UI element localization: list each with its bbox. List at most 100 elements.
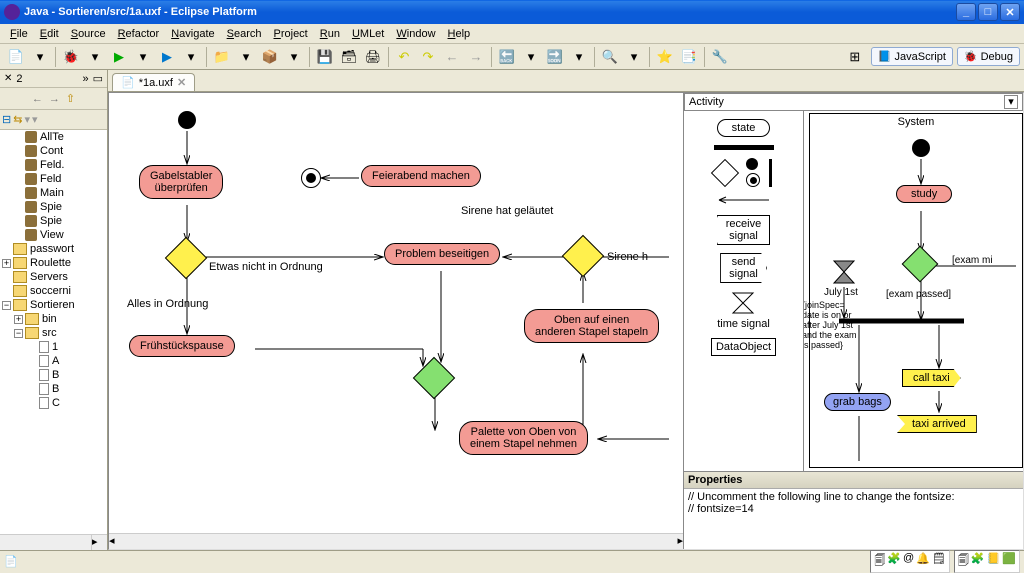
tree-item[interactable]: passwort: [0, 242, 107, 256]
decision-yellow[interactable]: [562, 235, 604, 277]
menu-help[interactable]: Help: [442, 26, 477, 42]
maximize-button[interactable]: □: [978, 3, 998, 21]
debug-button[interactable]: 🐞: [60, 46, 82, 68]
menu-refactor[interactable]: Refactor: [112, 26, 166, 42]
activity-gabelstabler[interactable]: Gabelstabler überprüfen: [139, 165, 223, 199]
palette-sample[interactable]: System: [804, 111, 1023, 471]
shape-send[interactable]: send signal: [720, 253, 767, 283]
sort-icon[interactable]: ▾: [32, 113, 38, 126]
undo-button[interactable]: ↶: [393, 46, 415, 68]
tree-item[interactable]: AllTe: [0, 130, 107, 144]
dropdown-icon[interactable]: ▾: [132, 46, 154, 68]
fwd-button[interactable]: →: [465, 46, 487, 68]
dropdown-icon[interactable]: ▾: [568, 46, 590, 68]
bookmark-button[interactable]: ⭐: [654, 46, 676, 68]
dropdown-icon[interactable]: ▾: [283, 46, 305, 68]
menu-window[interactable]: Window: [390, 26, 441, 42]
tree-item[interactable]: C: [0, 396, 107, 410]
close-tab-icon[interactable]: ✕: [177, 76, 186, 89]
editor-tab[interactable]: 📄 *1a.uxf ✕: [112, 73, 195, 91]
saveall-button[interactable]: 🗃: [338, 46, 360, 68]
menu-run[interactable]: Run: [314, 26, 346, 42]
perspective-debug[interactable]: 🐞 Debug: [957, 47, 1020, 66]
tree-item[interactable]: B: [0, 368, 107, 382]
tree-item[interactable]: B: [0, 382, 107, 396]
perspective-javascript[interactable]: 📘 JavaScript: [871, 47, 953, 66]
tree-item[interactable]: Main: [0, 186, 107, 200]
filter-icon[interactable]: ▾: [24, 113, 30, 126]
minimize-button[interactable]: _: [956, 3, 976, 21]
open-perspective-button[interactable]: ⊞: [844, 46, 866, 68]
status-group[interactable]: 🗐🧩@🔔🗒: [870, 550, 950, 573]
search-button[interactable]: 🔍: [599, 46, 621, 68]
activity-problem[interactable]: Problem beseitigen: [384, 243, 500, 265]
up-icon[interactable]: ⇧: [66, 92, 75, 105]
tree-item[interactable]: Feld.: [0, 158, 107, 172]
tree-item[interactable]: Cont: [0, 144, 107, 158]
tree-item[interactable]: +bin: [0, 312, 107, 326]
tree-item[interactable]: Spie: [0, 200, 107, 214]
end-node[interactable]: [301, 168, 321, 188]
close-icon[interactable]: ✕: [4, 73, 12, 84]
decision-yellow[interactable]: [165, 237, 207, 279]
new-folder-button[interactable]: 📁: [211, 46, 233, 68]
tree-item[interactable]: 1: [0, 340, 107, 354]
merge-green[interactable]: [413, 357, 455, 399]
dropdown-icon[interactable]: ▾: [235, 46, 257, 68]
tree-item[interactable]: −Sortieren: [0, 298, 107, 312]
save-button[interactable]: 💾: [314, 46, 336, 68]
menu-icon[interactable]: ▭: [93, 72, 103, 85]
menu-navigate[interactable]: Navigate: [165, 26, 220, 42]
back-button[interactable]: ←: [441, 46, 463, 68]
fwd-icon[interactable]: →: [49, 93, 60, 105]
shape-bar[interactable]: [714, 145, 774, 150]
tree-item[interactable]: −src: [0, 326, 107, 340]
dropdown-icon[interactable]: ▾: [623, 46, 645, 68]
more-button[interactable]: 🔧: [709, 46, 731, 68]
filter-button[interactable]: 📑: [678, 46, 700, 68]
print-button[interactable]: 🖨: [362, 46, 384, 68]
palette-shapes[interactable]: state receive signal send sign: [684, 111, 804, 471]
tree[interactable]: AllTeContFeld.FeldMainSpieSpieViewpasswo…: [0, 130, 107, 534]
dropdown-icon[interactable]: ▾: [520, 46, 542, 68]
tree-item[interactable]: Servers: [0, 270, 107, 284]
new-pkg-button[interactable]: 📦: [259, 46, 281, 68]
link-icon[interactable]: ⇆: [13, 113, 22, 126]
h-scrollbar[interactable]: ◂▸: [109, 533, 683, 549]
menu-source[interactable]: Source: [65, 26, 112, 42]
menu-umlet[interactable]: UMLet: [346, 26, 390, 42]
dropdown-icon[interactable]: ▾: [84, 46, 106, 68]
redo-button[interactable]: ↷: [417, 46, 439, 68]
shape-dataobject[interactable]: DataObject: [711, 338, 776, 356]
dropdown-icon[interactable]: ▾: [29, 46, 51, 68]
tree-item[interactable]: Feld: [0, 172, 107, 186]
menu-file[interactable]: File: [4, 26, 34, 42]
status-group[interactable]: 🗐🧩📒🟩: [954, 550, 1020, 573]
dropdown-icon[interactable]: ▾: [1004, 95, 1018, 109]
activity-fruehstueck[interactable]: Frühstückspause: [129, 335, 235, 357]
new-button[interactable]: 📄: [5, 46, 27, 68]
properties-body[interactable]: // Uncomment the following line to chang…: [684, 489, 1023, 549]
close-button[interactable]: ✕: [1000, 3, 1020, 21]
shape-nodes[interactable]: [715, 158, 772, 187]
menu-edit[interactable]: Edit: [34, 26, 65, 42]
shape-time[interactable]: time signal: [717, 291, 770, 330]
menu-project[interactable]: Project: [268, 26, 314, 42]
tree-item[interactable]: Spie: [0, 214, 107, 228]
tree-item[interactable]: +Roulette: [0, 256, 107, 270]
activity-feierabend[interactable]: Feierabend machen: [361, 165, 481, 187]
start-node[interactable]: [178, 111, 196, 129]
diagram-canvas[interactable]: Gabelstabler überprüfen Etwas nicht in O…: [108, 92, 1024, 550]
activity-oben[interactable]: Oben auf einen anderen Stapel stapeln: [524, 309, 659, 343]
collapse-icon[interactable]: ⊟: [2, 113, 11, 126]
back-icon[interactable]: ←: [32, 93, 43, 105]
shape-state[interactable]: state: [717, 119, 771, 137]
shape-receive[interactable]: receive signal: [717, 215, 770, 245]
nav-button[interactable]: 🔙: [496, 46, 518, 68]
nav-button[interactable]: 🔜: [544, 46, 566, 68]
tree-item[interactable]: View: [0, 228, 107, 242]
menu-search[interactable]: Search: [221, 26, 268, 42]
tree-item[interactable]: soccerni: [0, 284, 107, 298]
activity-palette[interactable]: Palette von Oben von einem Stapel nehmen: [459, 421, 588, 455]
run-button[interactable]: ▶: [108, 46, 130, 68]
